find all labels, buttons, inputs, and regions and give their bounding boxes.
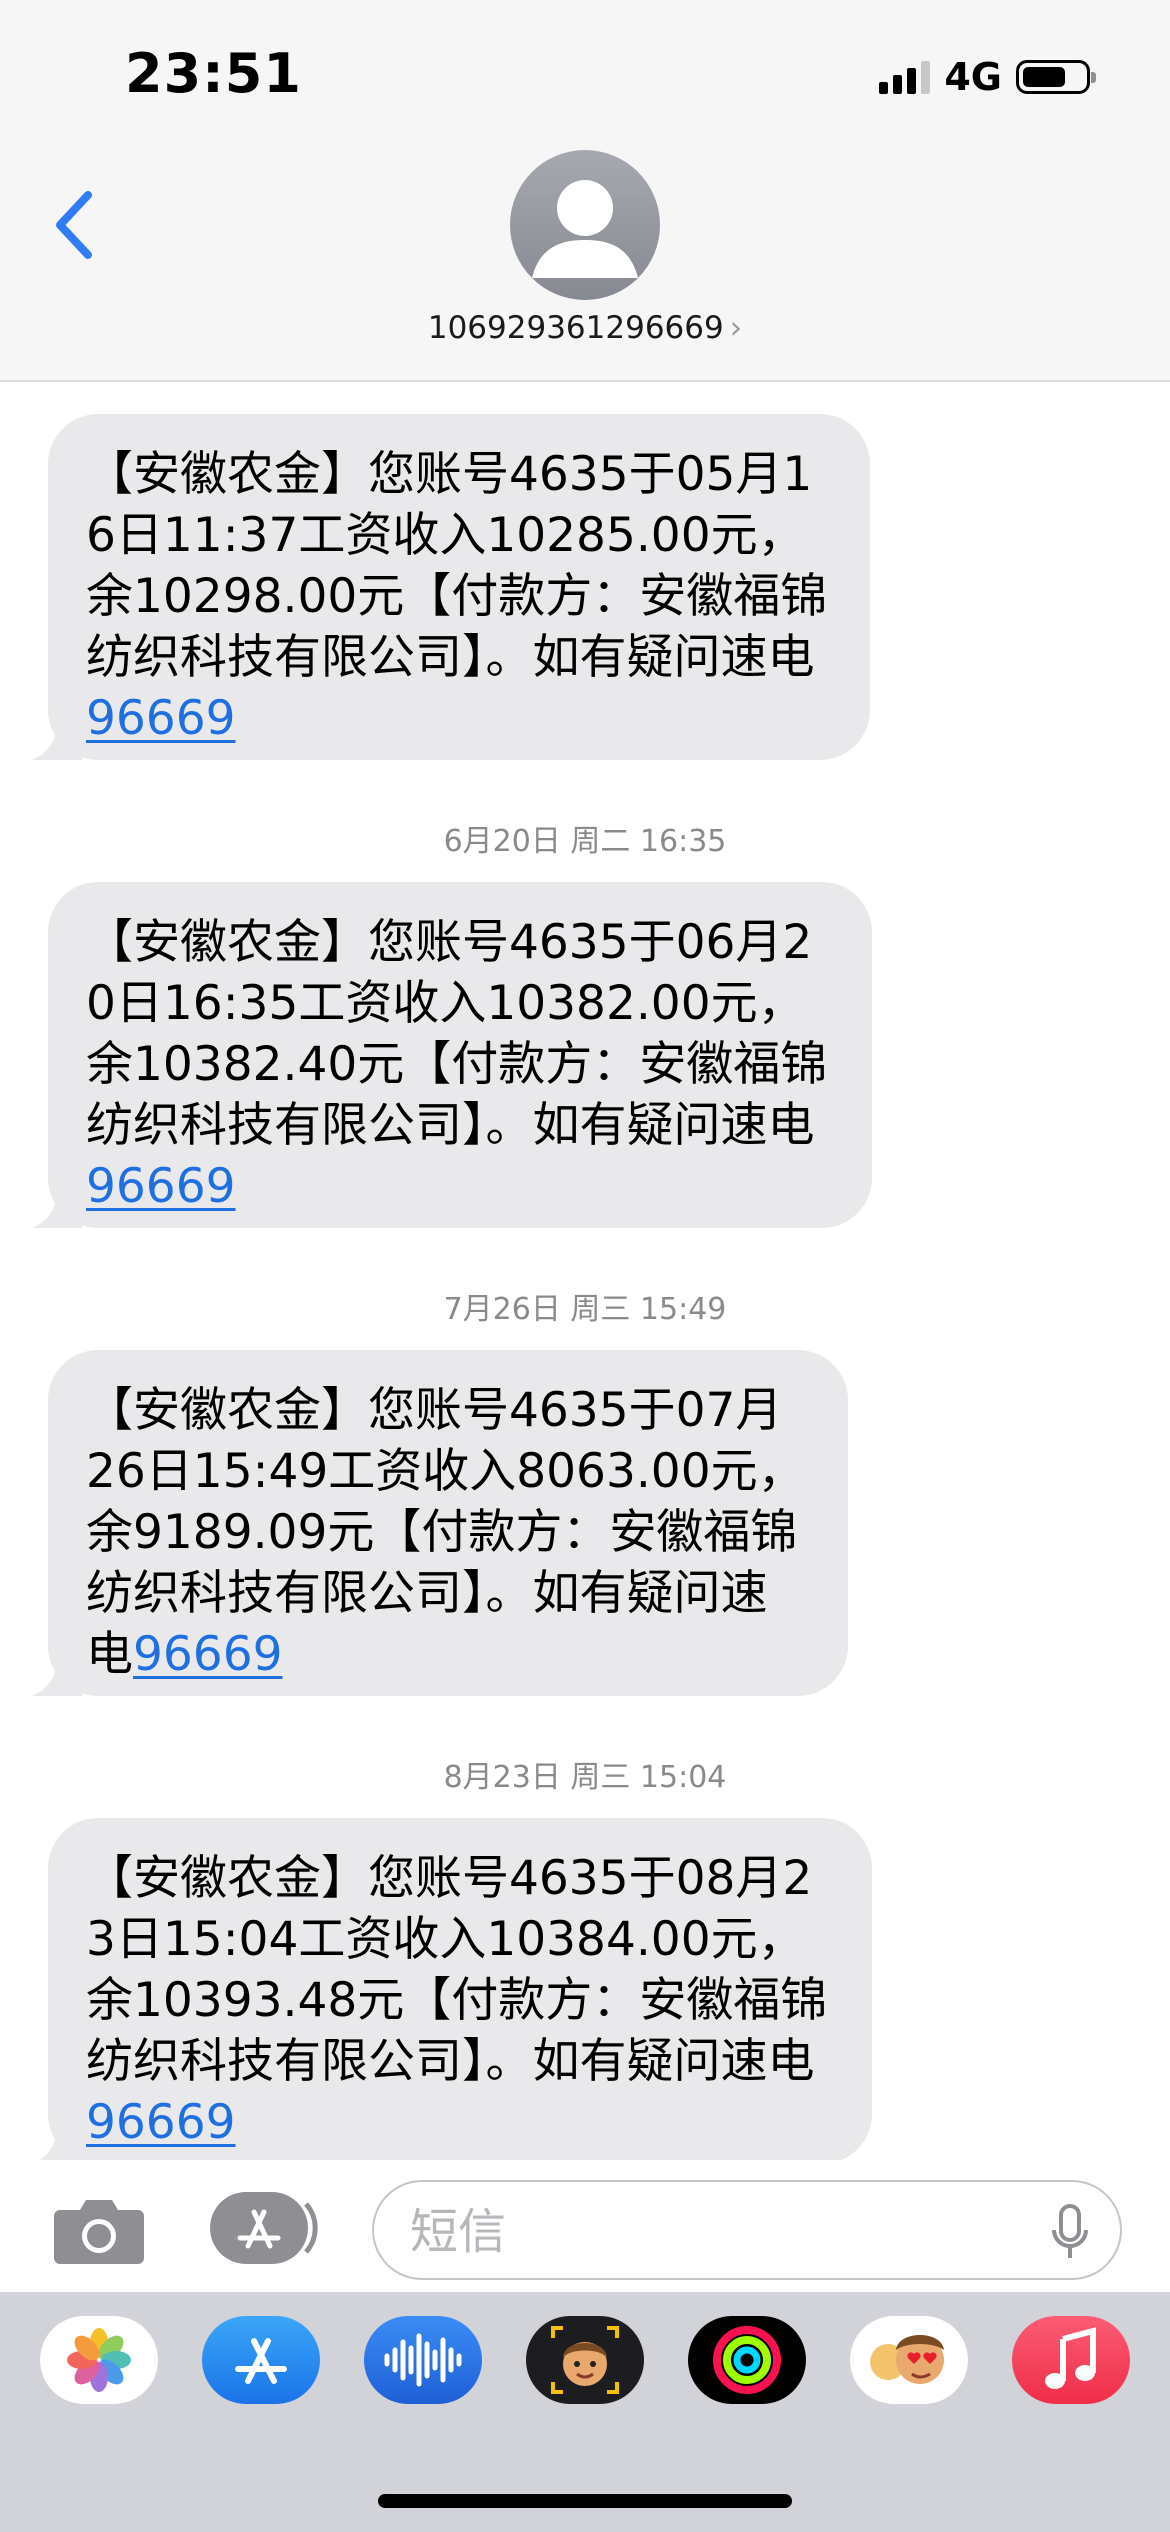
- music-app[interactable]: [1012, 2316, 1130, 2404]
- back-button[interactable]: [40, 185, 110, 265]
- chevron-right-icon: ›: [729, 310, 743, 346]
- imessage-app-drawer: [0, 2292, 1170, 2532]
- message-bubble[interactable]: 【安徽农金】您账号4635于07月26日15:49工资收入8063.00元，余9…: [32, 1350, 848, 1696]
- contact-avatar[interactable]: [510, 150, 660, 300]
- timestamp: 7月26日 周三 15:49: [443, 1292, 727, 1327]
- apps-button[interactable]: [208, 2190, 318, 2266]
- memoji-stickers-app[interactable]: [850, 2316, 968, 2404]
- chevron-left-icon: [56, 191, 92, 259]
- message-bubble[interactable]: 【安徽农金】您账号4635于08月23日15:04工资收入10384.00元，余…: [39, 1818, 872, 2160]
- photos-app[interactable]: [40, 2316, 158, 2404]
- status-icons: 4G: [879, 52, 1096, 102]
- phone-link[interactable]: 96669: [133, 1627, 283, 1682]
- battery-icon: [1016, 60, 1096, 94]
- timestamp: 8月23日 周三 15:04: [443, 1760, 727, 1795]
- contact-name[interactable]: 106929361296669 ›: [0, 310, 1170, 346]
- bubble-tail: [32, 1178, 82, 1228]
- conversation-header: 23:51 4G 106929361296669 ›: [0, 0, 1170, 382]
- phone-link[interactable]: 96669: [86, 2095, 236, 2150]
- audio-message-icon: [384, 2333, 462, 2387]
- app-store-icon: [235, 2338, 287, 2384]
- message-bubble[interactable]: 【安徽农金】您账号4635于05月16日11:37工资收入10285.00元，余…: [32, 414, 870, 760]
- message-text: 【安徽农金】您账号4635于08月23日15:04工资收入10384.00元，余…: [86, 1851, 828, 2089]
- home-indicator[interactable]: [378, 2494, 792, 2508]
- person-icon: [532, 180, 638, 278]
- message-input-field[interactable]: [372, 2180, 1122, 2280]
- microphone-icon[interactable]: [1050, 2204, 1090, 2260]
- message-text: 【安徽农金】您账号4635于05月16日11:37工资收入10285.00元，余…: [86, 447, 828, 685]
- message-input[interactable]: [408, 2196, 1012, 2268]
- bubble-tail: [39, 2114, 82, 2160]
- phone-link[interactable]: 96669: [86, 1159, 236, 1214]
- compose-bar: [0, 2160, 1170, 2290]
- cellular-signal-icon: [879, 60, 931, 94]
- audio-message-app[interactable]: [364, 2316, 482, 2404]
- message-thread[interactable]: 【安徽农金】您账号4635于05月16日11:37工资收入10285.00元，余…: [0, 382, 1170, 2160]
- activity-icon: [713, 2326, 781, 2394]
- bubble-tail: [32, 710, 82, 760]
- app-store-app[interactable]: [202, 2316, 320, 2404]
- camera-icon: [54, 2200, 144, 2264]
- activity-app[interactable]: [688, 2316, 806, 2404]
- photos-icon: [67, 2328, 131, 2392]
- status-time: 23:51: [125, 42, 302, 105]
- memoji-stickers-icon: [870, 2335, 944, 2384]
- camera-button[interactable]: [52, 2196, 146, 2266]
- message-bubble[interactable]: 【安徽农金】您账号4635于06月20日16:35工资收入10382.00元，余…: [32, 882, 872, 1228]
- memoji-icon: [551, 2326, 619, 2394]
- contact-number: 106929361296669: [427, 310, 724, 346]
- bubble-tail: [32, 1646, 82, 1696]
- timestamp: 6月20日 周二 16:35: [443, 824, 727, 859]
- message-text: 【安徽农金】您账号4635于06月20日16:35工资收入10382.00元，余…: [86, 915, 828, 1153]
- network-type: 4G: [944, 55, 1002, 99]
- app-store-icon: [210, 2192, 318, 2264]
- music-icon: [1045, 2327, 1096, 2389]
- memoji-app[interactable]: [526, 2316, 644, 2404]
- phone-link[interactable]: 96669: [86, 691, 236, 746]
